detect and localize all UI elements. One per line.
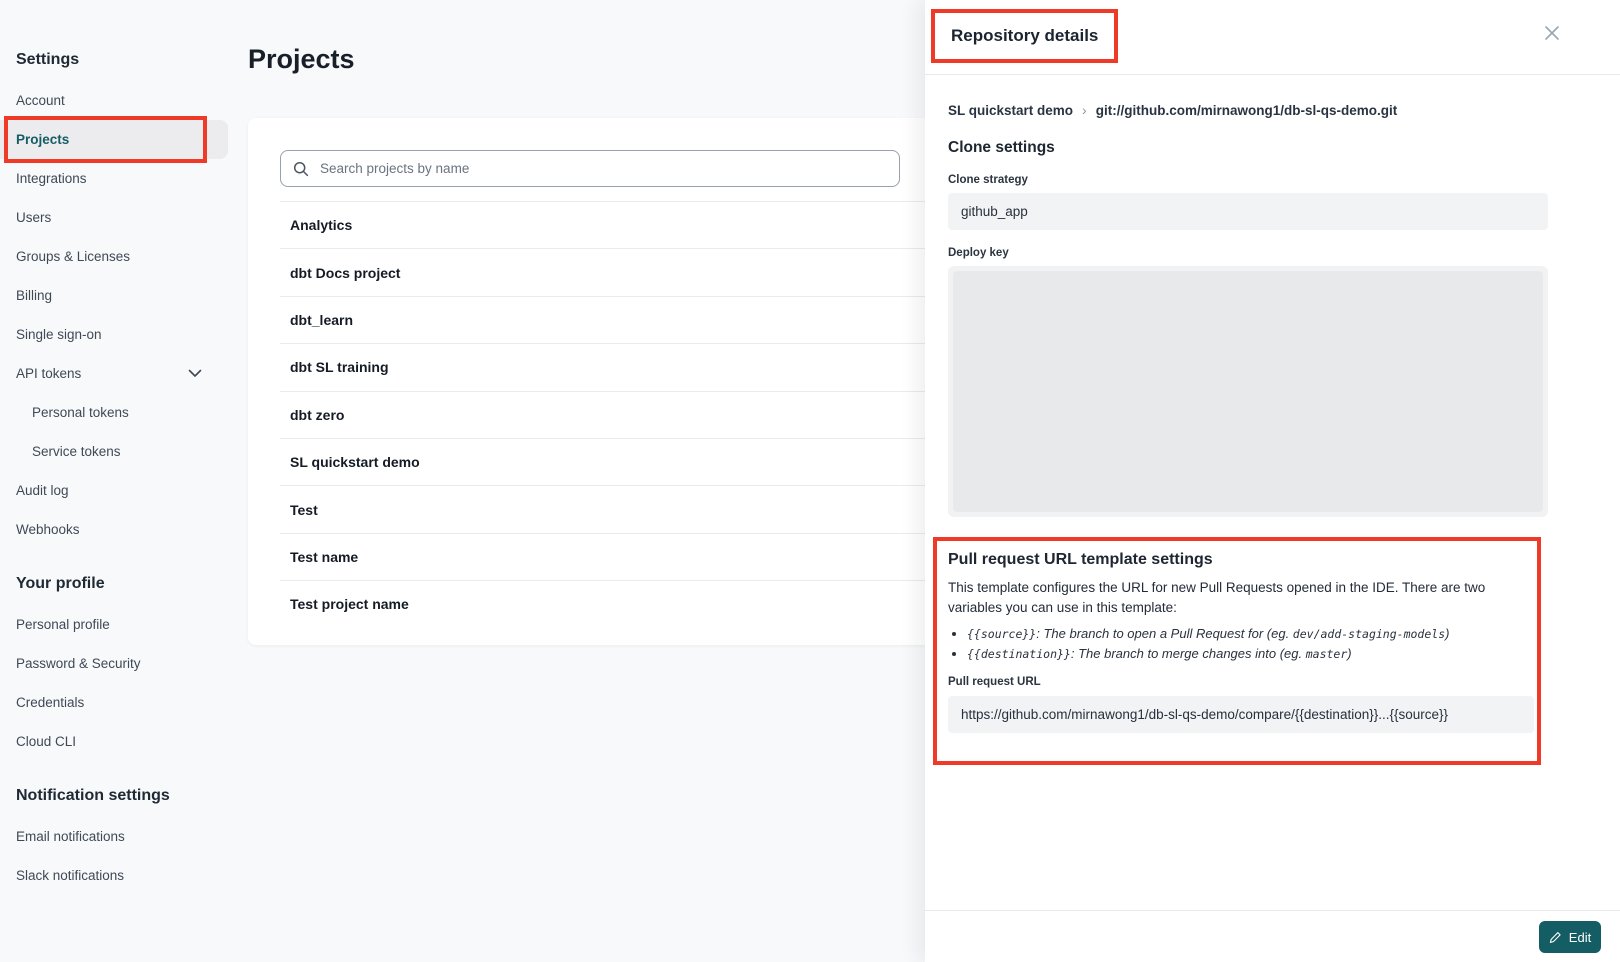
sidebar-item-projects[interactable]: Projects: [0, 120, 228, 159]
sidebar-item-slack-notifications[interactable]: Slack notifications: [0, 856, 228, 895]
edit-button-label: Edit: [1569, 930, 1591, 945]
sidebar-item-billing[interactable]: Billing: [0, 276, 228, 315]
sidebar-item-users[interactable]: Users: [0, 198, 228, 237]
chevron-down-icon: [188, 369, 202, 378]
close-icon[interactable]: [1544, 25, 1560, 41]
search-icon: [293, 161, 309, 177]
sidebar-item-personal-profile[interactable]: Personal profile: [0, 605, 228, 644]
sidebar-heading-notification-settings: Notification settings: [16, 785, 230, 807]
breadcrumb: SL quickstart demo › git://github.com/mi…: [948, 102, 1397, 118]
panel-title: Repository details: [935, 13, 1114, 59]
search-input[interactable]: [318, 151, 899, 186]
sidebar-item-email-notifications[interactable]: Email notifications: [0, 817, 228, 856]
pr-variable-destination: {{destination}}: The branch to merge cha…: [967, 644, 1526, 664]
sidebar-item-personal-tokens[interactable]: Personal tokens: [0, 393, 228, 432]
edit-button[interactable]: Edit: [1539, 921, 1601, 953]
clone-strategy-label: Clone strategy: [948, 174, 1028, 186]
deploy-key-field: [948, 266, 1548, 517]
pr-variable-list: {{source}}: The branch to open a Pull Re…: [948, 624, 1526, 664]
annotation-box-pr-settings: Pull request URL template settings This …: [933, 537, 1541, 765]
sidebar-item-service-tokens[interactable]: Service tokens: [0, 432, 228, 471]
pr-settings-heading: Pull request URL template settings: [948, 551, 1526, 569]
sidebar-item-integrations[interactable]: Integrations: [0, 159, 228, 198]
sidebar-item-single-sign-on[interactable]: Single sign-on: [0, 315, 228, 354]
sidebar-item-password-security[interactable]: Password & Security: [0, 644, 228, 683]
sidebar-item-audit-log[interactable]: Audit log: [0, 471, 228, 510]
pr-settings-description: This template configures the URL for new…: [948, 578, 1526, 617]
pull-request-url-label: Pull request URL: [948, 676, 1526, 688]
sidebar-item-credentials[interactable]: Credentials: [0, 683, 228, 722]
sidebar-item-cloud-cli[interactable]: Cloud CLI: [0, 722, 228, 761]
deploy-key-label: Deploy key: [948, 247, 1009, 259]
sidebar-heading-your-profile: Your profile: [16, 573, 230, 595]
clone-strategy-value: github_app: [948, 193, 1548, 230]
notifications-nav: Email notifications Slack notifications: [0, 817, 230, 895]
sidebar-item-account[interactable]: Account: [0, 81, 228, 120]
sidebar-item-label: Projects: [16, 132, 69, 147]
project-search[interactable]: [280, 150, 900, 187]
breadcrumb-project[interactable]: SL quickstart demo: [948, 103, 1073, 118]
page-title: Projects: [248, 44, 355, 75]
clone-settings-heading: Clone settings: [948, 139, 1055, 157]
repository-details-panel: Repository details SL quickstart demo › …: [925, 0, 1620, 962]
pr-variable-source: {{source}}: The branch to open a Pull Re…: [967, 624, 1526, 644]
settings-nav: Account Projects Integrations Users Grou…: [0, 81, 230, 549]
sidebar-item-webhooks[interactable]: Webhooks: [0, 510, 228, 549]
sidebar-heading-settings: Settings: [16, 49, 230, 71]
pull-request-url-value: https://github.com/mirnawong1/db-sl-qs-d…: [948, 696, 1534, 733]
chevron-right-icon: ›: [1082, 102, 1087, 118]
breadcrumb-repo-url: git://github.com/mirnawong1/db-sl-qs-dem…: [1096, 103, 1397, 118]
profile-nav: Personal profile Password & Security Cre…: [0, 605, 230, 761]
panel-footer: Edit: [925, 910, 1620, 962]
sidebar-item-label: API tokens: [16, 366, 81, 381]
sidebar-item-api-tokens[interactable]: API tokens: [0, 354, 228, 393]
annotation-box-repository-details: Repository details: [931, 9, 1118, 63]
pencil-icon: [1549, 931, 1562, 944]
panel-header: Repository details: [925, 0, 1620, 75]
deploy-key-value: [953, 271, 1543, 512]
settings-sidebar: Settings Account Projects Integrations U…: [0, 0, 230, 962]
sidebar-item-groups-licenses[interactable]: Groups & Licenses: [0, 237, 228, 276]
